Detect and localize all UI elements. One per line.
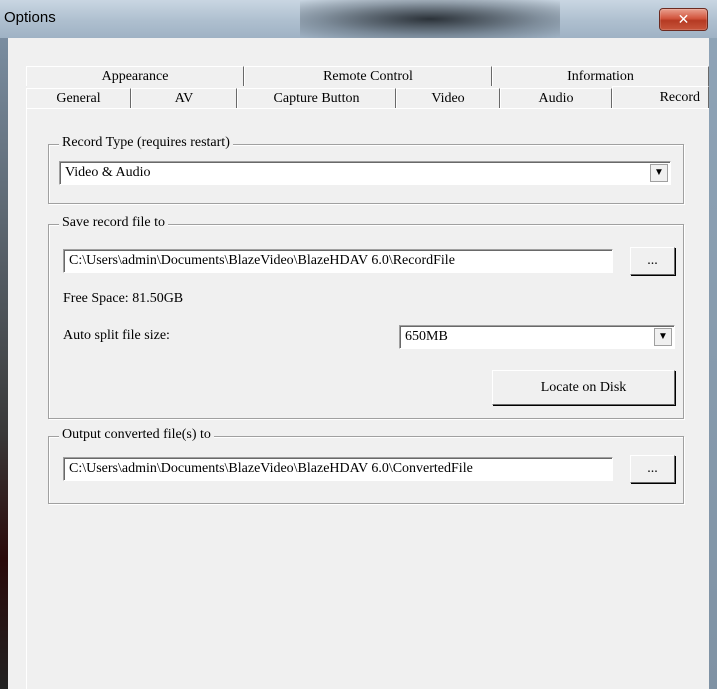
locate-label: Locate on Disk <box>540 379 627 395</box>
output-converted-group: Output converted file(s) to C:\Users\adm… <box>48 427 684 504</box>
tab-row-bottom: General AV Capture Button Video Audio Re… <box>26 86 709 108</box>
auto-split-label: Auto split file size: <box>63 328 170 343</box>
tab-label: Video <box>431 90 465 106</box>
record-path-input[interactable]: C:\Users\admin\Documents\BlazeVideo\Blaz… <box>63 249 613 273</box>
window-frame-edge <box>0 38 8 689</box>
record-browse-button[interactable]: ... <box>630 247 675 275</box>
split-size-value: 650MB <box>405 329 448 344</box>
tab-label: AV <box>174 90 194 106</box>
close-icon: ✕ <box>677 11 690 28</box>
tab-record[interactable]: Record <box>612 86 709 108</box>
tab-capture-button[interactable]: Capture Button <box>237 88 396 108</box>
browse-label: ... <box>647 253 658 268</box>
tab-label: Capture Button <box>273 90 360 106</box>
record-type-legend: Record Type (requires restart) <box>59 135 233 151</box>
title-bar-glow <box>300 0 560 38</box>
chevron-down-icon[interactable]: ▼ <box>650 164 668 182</box>
output-converted-legend: Output converted file(s) to <box>59 427 214 443</box>
tab-label: Information <box>567 68 634 84</box>
tab-video[interactable]: Video <box>396 88 500 108</box>
converted-path-value: C:\Users\admin\Documents\BlazeVideo\Blaz… <box>69 461 473 476</box>
window-title: Options <box>4 9 56 26</box>
save-record-group: Save record file to C:\Users\admin\Docum… <box>48 215 684 419</box>
tab-row-top: Appearance Remote Control Information <box>26 66 709 86</box>
free-space-label: Free Space: 81.50GB <box>63 291 184 306</box>
tab-appearance[interactable]: Appearance <box>26 66 244 86</box>
record-path-value: C:\Users\admin\Documents\BlazeVideo\Blaz… <box>69 253 455 268</box>
tab-label: Remote Control <box>323 68 413 84</box>
save-record-legend: Save record file to <box>59 215 169 231</box>
tab-label: Audio <box>538 90 574 106</box>
locate-on-disk-button[interactable]: Locate on Disk <box>492 370 675 405</box>
tab-label: Record <box>659 89 700 105</box>
tab-remote-control[interactable]: Remote Control <box>244 66 492 86</box>
tab-label: General <box>56 90 101 106</box>
options-window: Options ✕ Appearance Remote Control Info… <box>0 0 717 689</box>
tab-information[interactable]: Information <box>492 66 709 86</box>
tab-audio[interactable]: Audio <box>500 88 612 108</box>
record-type-select[interactable]: Video & Audio ▼ <box>59 161 671 185</box>
browse-label: ... <box>647 461 658 476</box>
tab-label: Appearance <box>101 68 169 84</box>
close-button[interactable]: ✕ <box>659 8 708 31</box>
record-tab-panel: Record Type (requires restart) Video & A… <box>26 108 709 689</box>
tab-general[interactable]: General <box>26 88 131 108</box>
record-type-value: Video & Audio <box>65 165 151 180</box>
record-type-group: Record Type (requires restart) Video & A… <box>48 135 684 204</box>
title-bar[interactable]: Options ✕ <box>0 0 717 38</box>
converted-browse-button[interactable]: ... <box>630 455 675 483</box>
split-size-select[interactable]: 650MB ▼ <box>399 325 675 349</box>
converted-path-input[interactable]: C:\Users\admin\Documents\BlazeVideo\Blaz… <box>63 457 613 481</box>
tab-av[interactable]: AV <box>131 88 237 108</box>
chevron-down-icon[interactable]: ▼ <box>654 328 672 346</box>
